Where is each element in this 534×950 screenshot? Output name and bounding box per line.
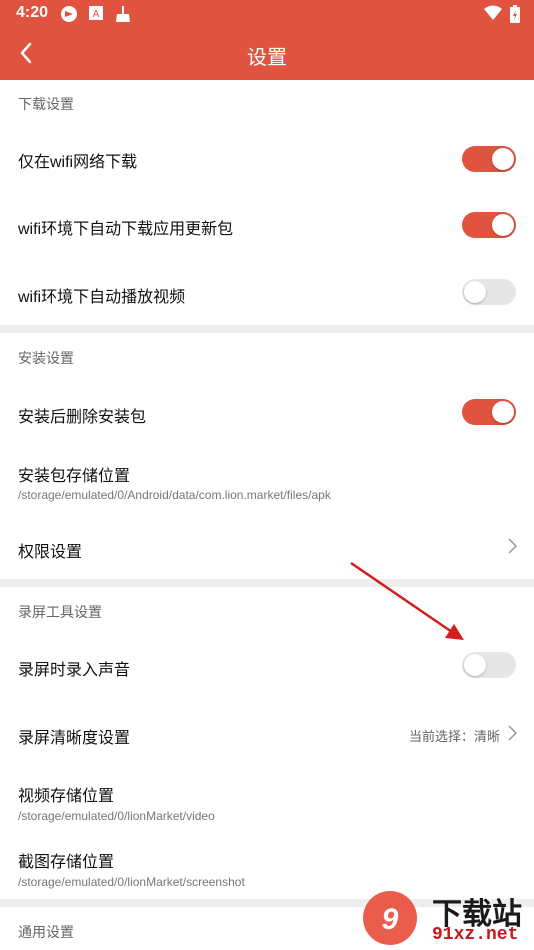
setting-label: 安装包存储位置 <box>18 468 131 485</box>
setting-row-wifi-only[interactable]: 仅在wifi网络下载 <box>0 136 534 182</box>
toggle-knob <box>464 654 486 676</box>
setting-label: 安装后删除安装包 <box>18 409 147 426</box>
setting-label: wifi环境下自动下载应用更新包 <box>18 221 234 238</box>
wifi-icon <box>484 5 502 28</box>
toggle-knob <box>464 281 486 303</box>
toggle-switch-wifi-only[interactable] <box>462 146 516 172</box>
setting-row-video-location[interactable]: 视频存储位置 /storage/emulated/0/lionMarket/vi… <box>0 772 534 830</box>
android-icon: A <box>88 5 104 28</box>
setting-label: 录屏时录入声音 <box>18 662 131 679</box>
svg-text:9: 9 <box>382 903 399 936</box>
status-bar: 4:20 A <box>0 0 534 28</box>
toggle-knob <box>492 148 514 170</box>
toggle-knob <box>492 214 514 236</box>
toggle-switch-delete-package[interactable] <box>462 399 516 425</box>
setting-label: 视频存储位置 <box>18 788 115 805</box>
section-divider <box>0 325 534 333</box>
setting-path: /storage/emulated/0/lionMarket/screensho… <box>18 875 245 889</box>
watermark-domain: 91xz.net <box>432 925 519 945</box>
page-title: 设置 <box>247 47 287 69</box>
setting-row-wifi-update[interactable]: wifi环境下自动下载应用更新包 <box>0 202 534 248</box>
svg-text:A: A <box>93 9 100 20</box>
setting-row-wifi-video[interactable]: wifi环境下自动播放视频 <box>0 270 534 316</box>
setting-row-package-location[interactable]: 安装包存储位置 /storage/emulated/0/Android/data… <box>0 455 534 513</box>
setting-label: 仅在wifi网络下载 <box>18 154 138 171</box>
setting-row-delete-package[interactable]: 安装后删除安装包 <box>0 390 534 436</box>
navigation-icon <box>60 5 78 28</box>
setting-path: /storage/emulated/0/lionMarket/video <box>18 809 215 823</box>
chevron-right-icon <box>508 538 518 554</box>
app-bar: 设置 <box>0 28 534 80</box>
section-header-install: 安装设置 <box>18 350 74 366</box>
toggle-switch-wifi-update[interactable] <box>462 212 516 238</box>
setting-label: wifi环境下自动播放视频 <box>18 289 186 306</box>
section-header-download: 下载设置 <box>18 96 74 112</box>
annotation-arrow-icon <box>350 561 464 640</box>
setting-label: 权限设置 <box>18 544 83 561</box>
toggle-switch-wifi-video[interactable] <box>462 279 516 305</box>
current-selection: 当前选择：清晰 <box>408 729 500 744</box>
setting-label: 截图存储位置 <box>18 854 115 871</box>
setting-path: /storage/emulated/0/Android/data/com.lio… <box>18 488 331 502</box>
setting-row-record-audio[interactable]: 录屏时录入声音 <box>0 643 534 689</box>
watermark-logo: 9 下载站 91xz.net <box>360 885 534 950</box>
chevron-right-icon <box>508 725 518 741</box>
status-time: 4:20 <box>16 4 49 21</box>
setting-label: 录屏清晰度设置 <box>18 730 131 747</box>
toggle-knob <box>492 401 514 423</box>
toggle-switch-record-audio[interactable] <box>462 652 516 678</box>
battery-icon <box>510 5 520 28</box>
setting-row-record-quality[interactable]: 录屏清晰度设置 当前选择：清晰 <box>0 712 534 756</box>
cleaner-icon <box>114 5 132 28</box>
